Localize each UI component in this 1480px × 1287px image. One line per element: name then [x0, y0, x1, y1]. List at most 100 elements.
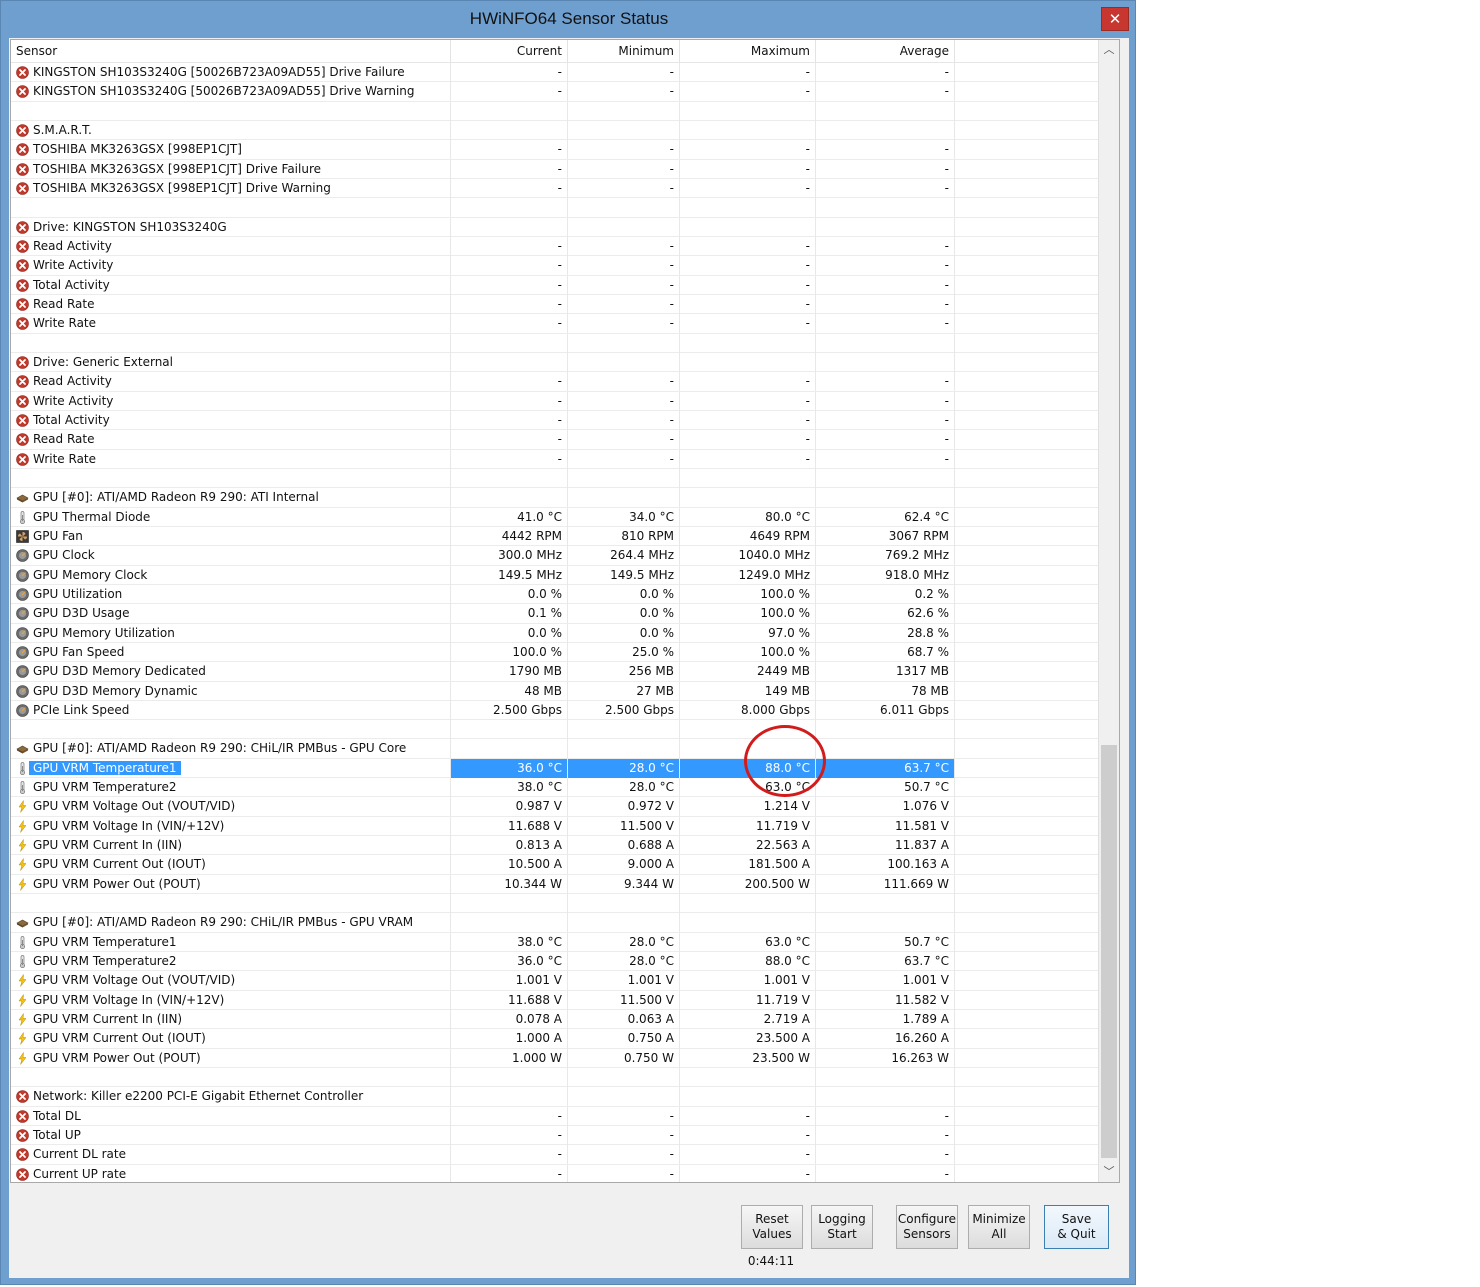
logging-start-button[interactable]: Logging Start: [811, 1205, 873, 1249]
sensor-row[interactable]: GPU VRM Temperature2 38.0 °C 28.0 °C 63.0 °…: [11, 778, 1099, 798]
sensor-row[interactable]: Current DL rate - - - -: [11, 1145, 1099, 1165]
average-value: -: [816, 1164, 955, 1182]
maximum-value: 200.500 W: [680, 874, 816, 894]
scroll-down-arrow-icon[interactable]: ﹀: [1099, 1162, 1119, 1182]
sensor-row[interactable]: GPU VRM Current In (IIN) 0.813 A 0.688 A 22…: [11, 836, 1099, 856]
save-quit-button[interactable]: Save & Quit: [1044, 1205, 1109, 1249]
column-header-maximum[interactable]: Maximum: [680, 40, 816, 62]
sensor-name: GPU Memory Clock: [33, 567, 148, 582]
current-value: 100.0 %: [451, 642, 568, 662]
sensor-row[interactable]: Current UP rate - - - -: [11, 1164, 1099, 1182]
title-bar[interactable]: HWiNFO64 Sensor Status ✕: [1, 1, 1137, 37]
sensor-name: Write Rate: [33, 451, 97, 466]
column-header-minimum[interactable]: Minimum: [568, 40, 680, 62]
sensor-row[interactable]: PCIe Link Speed 2.500 Gbps 2.500 Gbps 8.000…: [11, 700, 1099, 721]
sensor-row[interactable]: Write Activity - - - -: [11, 256, 1099, 276]
vertical-scrollbar[interactable]: ︿ ﹀: [1098, 40, 1119, 1182]
empty-cell: [955, 333, 1099, 353]
empty-cell: [955, 932, 1099, 952]
average-value: -: [816, 178, 955, 198]
sensor-row[interactable]: Total Activity - - - -: [11, 275, 1099, 295]
sensor-row[interactable]: Total DL - - - -: [11, 1106, 1099, 1127]
sensor-row[interactable]: GPU VRM Voltage Out (VOUT/VID) 1.001 V 1.0…: [11, 971, 1099, 991]
sensor-row[interactable]: GPU Utilization 0.0 % 0.0 % 100.0 % 0.2 %: [11, 584, 1099, 605]
scrollbar-thumb[interactable]: [1101, 745, 1117, 1158]
average-value: -: [816, 449, 955, 469]
sensor-row[interactable]: Read Rate - - - -: [11, 430, 1099, 450]
sensor-row[interactable]: TOSHIBA MK3263GSX [998EP1CJT] Drive Warn…: [11, 178, 1099, 199]
sensor-group-row[interactable]: GPU [#0]: ATI/AMD Radeon R9 290: ATI Int…: [11, 488, 1099, 508]
sensor-row[interactable]: Write Activity - - - -: [11, 391, 1099, 411]
sensor-row[interactable]: GPU Thermal Diode 41.0 °C 34.0 °C 80.0 °C 62…: [11, 507, 1099, 527]
average-value: -: [816, 159, 955, 179]
current-value: 4442 RPM: [451, 526, 568, 546]
sensor-row[interactable]: GPU VRM Current Out (IOUT) 1.000 A 0.750 A…: [11, 1029, 1099, 1049]
sensor-row[interactable]: GPU Fan Speed 100.0 % 25.0 % 100.0 % 68.7 %: [11, 642, 1099, 663]
close-button[interactable]: ✕: [1101, 7, 1129, 31]
sensor-row[interactable]: GPU D3D Memory Dedicated 1790 MB 256 MB 244…: [11, 662, 1099, 682]
sensor-row[interactable]: TOSHIBA MK3263GSX [998EP1CJT] - - - -: [11, 140, 1099, 160]
maximum-value: 2449 MB: [680, 662, 816, 682]
sensor-row[interactable]: GPU VRM Power Out (POUT) 10.344 W 9.344 W2…: [11, 874, 1099, 895]
minimum-value: 256 MB: [568, 662, 680, 682]
sensor-group-row[interactable]: Network: Killer e2200 PCI-E Gigabit Ethe…: [11, 1087, 1099, 1107]
current-value: -: [451, 1164, 568, 1182]
sensor-group-row[interactable]: GPU [#0]: ATI/AMD Radeon R9 290: CHiL/IR…: [11, 913, 1099, 933]
minimize-all-button[interactable]: Minimize All: [968, 1205, 1030, 1249]
empty-cell: [451, 468, 568, 488]
empty-cell: [955, 546, 1099, 566]
sensor-row[interactable]: GPU VRM Voltage In (VIN/+12V) 11.688 V 11.…: [11, 816, 1099, 837]
sensor-row[interactable]: Read Rate - - - -: [11, 294, 1099, 315]
sensor-row[interactable]: Read Activity - - - -: [11, 372, 1099, 392]
current-value: 0.078 A: [451, 1010, 568, 1030]
sensor-row[interactable]: GPU VRM Temperature2 36.0 °C 28.0 °C 88.0 °…: [11, 952, 1099, 972]
sensor-row[interactable]: Write Rate - - - -: [11, 314, 1099, 334]
sensor-row[interactable]: GPU VRM Temperature1 38.0 °C 28.0 °C 63.0 °…: [11, 932, 1099, 953]
sensor-row[interactable]: GPU D3D Memory Dynamic 48 MB 27 MB 149 MB 78…: [11, 681, 1099, 701]
sensor-row[interactable]: GPU VRM Voltage Out (VOUT/VID) 0.987 V 0.9…: [11, 797, 1099, 817]
sensor-row[interactable]: GPU D3D Usage 0.1 % 0.0 % 100.0 % 62.6 %: [11, 604, 1099, 624]
column-header-average[interactable]: Average: [816, 40, 955, 62]
sensor-row[interactable]: Total Activity - - - -: [11, 410, 1099, 431]
sensor-group-row[interactable]: Drive: Generic External: [11, 352, 1099, 373]
empty-cell: [451, 198, 568, 218]
configure-sensors-button[interactable]: Configure Sensors: [896, 1205, 958, 1249]
average-value: 50.7 °C: [816, 932, 955, 952]
sensor-name: Drive: KINGSTON SH103S3240G: [33, 219, 227, 234]
sensor-name-cell: GPU D3D Memory Dedicated: [11, 662, 451, 682]
sensor-group-row[interactable]: GPU [#0]: ATI/AMD Radeon R9 290: CHiL/IR…: [11, 739, 1099, 759]
sensor-row[interactable]: KINGSTON SH103S3240G [50026B723A09AD55] …: [11, 63, 1099, 83]
empty-cell: [11, 101, 451, 121]
maximum-value: 1040.0 MHz: [680, 546, 816, 566]
sensor-row[interactable]: GPU VRM Voltage In (VIN/+12V) 11.688 V 11.…: [11, 990, 1099, 1011]
column-header-current[interactable]: Current: [451, 40, 568, 62]
column-header-sensor[interactable]: Sensor: [11, 40, 451, 62]
empty-cell: [955, 797, 1099, 817]
minimum-value: [568, 1087, 680, 1107]
sensor-row[interactable]: Read Activity - - - -: [11, 236, 1099, 257]
sensor-row[interactable]: GPU Memory Utilization 0.0 % 0.0 % 97.0 % 28…: [11, 623, 1099, 643]
empty-cell: [568, 1068, 680, 1088]
sensor-row[interactable]: Write Rate - - - -: [11, 449, 1099, 469]
sensor-row[interactable]: Total UP - - - -: [11, 1126, 1099, 1146]
sensor-name-cell: S.M.A.R.T.: [11, 120, 451, 140]
scroll-up-arrow-icon[interactable]: ︿: [1099, 40, 1119, 60]
window-title: HWiNFO64 Sensor Status: [469, 9, 669, 28]
sensor-row[interactable]: GPU Clock 300.0 MHz 264.4 MHz 1040.0 MHz 769…: [11, 546, 1099, 566]
sensor-row[interactable]: GPU VRM Current Out (IOUT) 10.500 A 9.000 …: [11, 855, 1099, 875]
sensor-group-row[interactable]: Drive: KINGSTON SH103S3240G: [11, 217, 1099, 237]
table-spacer-row: [11, 720, 1099, 740]
reset-values-button[interactable]: Reset Values: [741, 1205, 803, 1249]
sensor-row[interactable]: GPU VRM Current In (IIN) 0.078 A 0.063 A 2.…: [11, 1010, 1099, 1030]
sensor-row[interactable]: KINGSTON SH103S3240G [50026B723A09AD55] …: [11, 82, 1099, 102]
maximum-value: 63.0 °C: [680, 932, 816, 952]
sensor-row[interactable]: GPU Memory Clock 149.5 MHz 149.5 MHz 1249.0…: [11, 565, 1099, 585]
empty-cell: [955, 952, 1099, 972]
maximum-value: 1.001 V: [680, 971, 816, 991]
sensor-row[interactable]: GPU Fan 4442 RPM 810 RPM 4649 RPM 3067 RPM: [11, 526, 1099, 547]
maximum-value: [680, 120, 816, 140]
sensor-group-row[interactable]: S.M.A.R.T.: [11, 120, 1099, 141]
sensor-row[interactable]: GPU VRM Temperature1 36.0 °C 28.0 °C 88.0 °…: [11, 758, 1099, 779]
sensor-row[interactable]: TOSHIBA MK3263GSX [998EP1CJT] Drive Fail…: [11, 159, 1099, 179]
sensor-row[interactable]: GPU VRM Power Out (POUT) 1.000 W 0.750 W 23…: [11, 1048, 1099, 1069]
